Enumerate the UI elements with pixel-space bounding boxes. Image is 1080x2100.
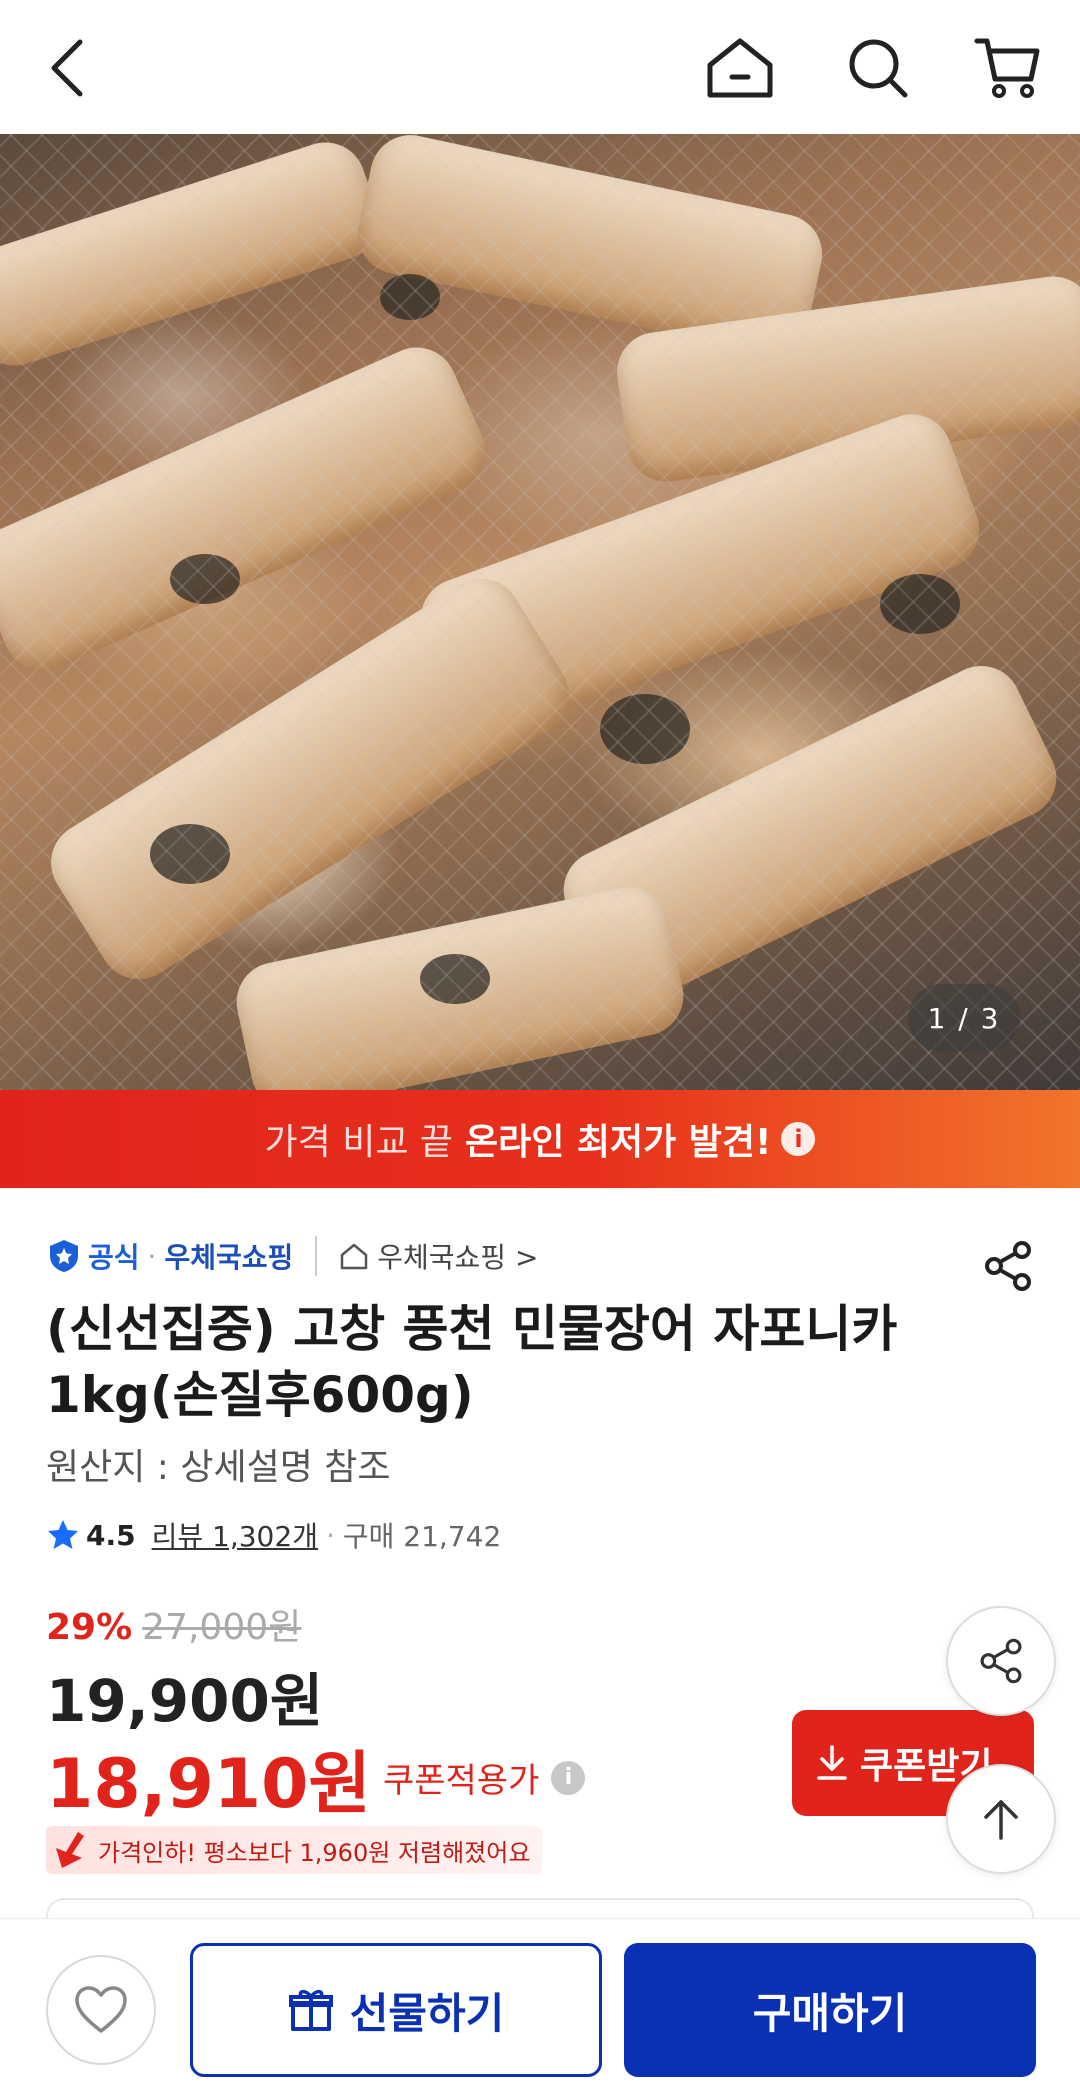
discount-row: 29% 27,000원 — [46, 1598, 301, 1650]
original-price: 27,000원 — [142, 1607, 302, 1648]
separator-dot: · — [325, 1518, 335, 1552]
store-link[interactable]: 우체국쇼핑 > — [339, 1236, 538, 1276]
image-pager: 1 / 3 — [908, 984, 1020, 1052]
seller-name[interactable]: 우체국쇼핑 — [164, 1236, 293, 1276]
coupon-price-row: 18,910원 쿠폰적용가 i — [46, 1728, 586, 1827]
top-bar — [0, 0, 1080, 134]
gift-button-label: 선물하기 — [349, 1988, 505, 2038]
heart-icon — [75, 1986, 127, 2033]
share-icon[interactable] — [978, 1236, 1038, 1296]
arrow-up-icon — [984, 1800, 1018, 1840]
rating-row: 4.5 리뷰 1,302개 · 구매 21,742 — [46, 1510, 501, 1560]
coupon-price-label: 쿠폰적용가 — [382, 1761, 540, 1801]
down-arrow-icon — [56, 1832, 84, 1868]
gift-button[interactable]: 선물하기 — [190, 1943, 602, 2077]
official-label: 공식 — [88, 1241, 140, 1274]
sale-price: 19,900원 — [46, 1667, 324, 1735]
buy-button-label: 구매하기 — [752, 1988, 908, 2038]
floating-share-button[interactable] — [946, 1606, 1056, 1716]
store-home-icon — [341, 1243, 368, 1270]
price-drop-notice: 가격인하! 평소보다 1,960원 저렴해졌어요 — [46, 1826, 543, 1874]
info-icon[interactable]: i — [781, 1122, 816, 1156]
banner-light-text: 가격 비교 끝 — [264, 1122, 454, 1163]
search-icon[interactable] — [838, 28, 918, 108]
divider — [315, 1236, 318, 1276]
seller-row: 공식 · 우체국쇼핑 우체국쇼핑 > — [46, 1232, 538, 1280]
price-drop-text: 가격인하! 평소보다 1,960원 저렴해졌어요 — [98, 1838, 531, 1867]
rating-score: 4.5 — [86, 1518, 136, 1552]
lowest-price-banner[interactable]: 가격 비교 끝 온라인 최저가 발견! i — [0, 1090, 1080, 1188]
buy-button[interactable]: 구매하기 — [624, 1943, 1036, 2077]
scroll-to-top-button[interactable] — [946, 1764, 1056, 1874]
discount-percent: 29% — [46, 1607, 133, 1648]
wishlist-button[interactable] — [46, 1955, 156, 2065]
cart-icon[interactable] — [968, 28, 1048, 108]
star-icon — [48, 1520, 78, 1549]
purchase-count: 구매 21,742 — [342, 1520, 502, 1553]
official-badge-icon — [50, 1240, 78, 1272]
separator-dot: · — [147, 1239, 157, 1273]
product-origin: 원산지 : 상세설명 참조 — [46, 1447, 391, 1488]
product-title: (신선집중) 고창 풍천 민물장어 자포니카 1kg(손질후600g) — [46, 1300, 898, 1424]
gift-icon — [288, 1989, 333, 2031]
coupon-price: 18,910원 — [46, 1745, 371, 1824]
share-icon — [980, 1638, 1022, 1684]
review-count-link[interactable]: 리뷰 1,302개 — [152, 1515, 318, 1555]
home-icon[interactable] — [700, 28, 780, 108]
product-image-carousel[interactable]: 1 / 3 — [0, 134, 1080, 1090]
banner-bold-text: 온라인 최저가 발견! — [465, 1122, 772, 1163]
download-icon — [817, 1745, 847, 1780]
bottom-action-bar: 선물하기 구매하기 — [0, 1918, 1080, 2100]
store-link-label: 우체국쇼핑 > — [377, 1241, 539, 1274]
info-icon[interactable]: i — [551, 1760, 586, 1795]
back-icon[interactable] — [28, 28, 108, 108]
grill-texture — [0, 134, 1080, 1090]
